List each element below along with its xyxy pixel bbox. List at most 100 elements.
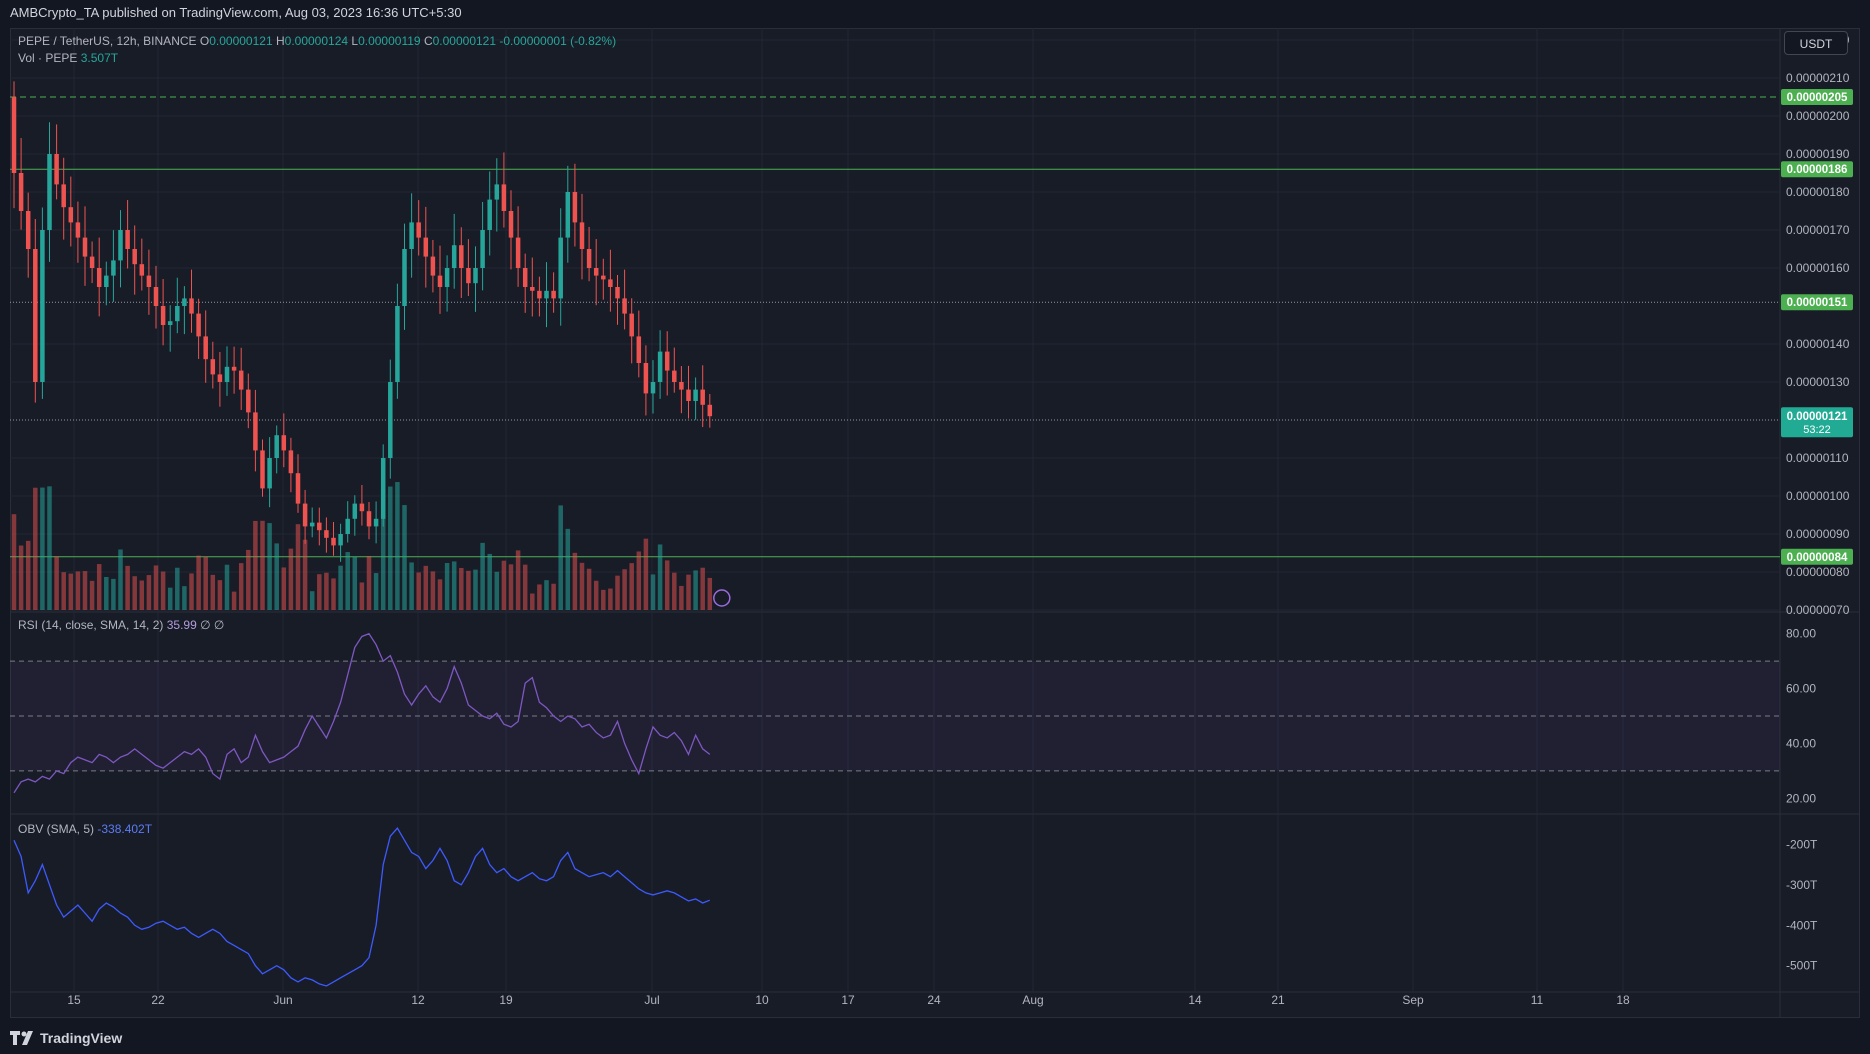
- candle-body: [47, 154, 52, 230]
- symbol-name[interactable]: PEPE / TetherUS, 12h, BINANCE: [18, 34, 197, 48]
- volume-bar: [47, 486, 52, 610]
- candle-body: [267, 458, 272, 489]
- symbol-legend[interactable]: PEPE / TetherUS, 12h, BINANCE O0.0000012…: [18, 34, 616, 48]
- candle-body: [459, 245, 464, 268]
- candle-body: [125, 230, 130, 249]
- candle-body: [579, 222, 585, 249]
- candle-body: [423, 237, 429, 257]
- x-tick-label: 15: [67, 993, 81, 1007]
- volume-bar: [260, 520, 265, 610]
- candle-body: [473, 268, 478, 284]
- candle-body: [153, 287, 159, 306]
- volume-bar: [18, 545, 24, 610]
- volume-value: 3.507T: [80, 51, 119, 65]
- x-tick-label: Sep: [1402, 993, 1424, 1007]
- candle-body: [380, 458, 386, 519]
- candle-body: [61, 184, 66, 208]
- price-tick-label: 0.00000130: [1786, 375, 1850, 389]
- volume-bar: [544, 580, 549, 610]
- currency-button[interactable]: USDT: [1784, 31, 1848, 55]
- volume-bar: [146, 575, 152, 610]
- replay-icon: [713, 589, 731, 607]
- candle-body: [338, 534, 343, 546]
- volume-bar: [182, 586, 187, 610]
- candle-body: [657, 351, 663, 382]
- level-price-label: 0.00000205: [1787, 92, 1848, 104]
- x-tick-label: 24: [927, 993, 941, 1007]
- candle-body: [487, 199, 492, 230]
- price-tick-label: 0.00000180: [1786, 185, 1850, 199]
- candle-body: [295, 473, 301, 504]
- candle-body: [593, 268, 599, 276]
- candle-body: [253, 412, 258, 451]
- candle-body: [601, 275, 606, 280]
- candle-body: [160, 306, 166, 325]
- candle-body: [522, 268, 528, 287]
- volume-bar: [75, 571, 81, 610]
- volume-bar: [636, 551, 642, 610]
- volume-bar: [317, 574, 322, 610]
- candle-body: [515, 237, 521, 268]
- volume-bar: [430, 571, 436, 610]
- volume-bar: [501, 560, 507, 610]
- x-tick-label: 19: [499, 993, 513, 1007]
- volume-bar: [11, 514, 17, 610]
- x-tick-label: 10: [755, 993, 769, 1007]
- candle-body: [558, 237, 563, 299]
- volume-bar: [68, 573, 74, 610]
- volume-bar: [650, 574, 656, 610]
- x-tick-label: Jul: [644, 993, 659, 1007]
- candle-body: [260, 450, 265, 489]
- volume-bar: [664, 560, 670, 610]
- volume-bar: [700, 567, 705, 610]
- volume-bar: [125, 565, 130, 610]
- rsi-value: 35.99: [166, 618, 197, 632]
- candle-body: [508, 211, 514, 238]
- volume-bar: [104, 576, 109, 610]
- volume-bar: [409, 562, 414, 610]
- volume-bar: [508, 564, 514, 610]
- volume-bar: [686, 574, 691, 610]
- brand-name: TradingView: [40, 1030, 123, 1046]
- volume-bar: [359, 582, 365, 610]
- volume-bar: [33, 487, 38, 610]
- candle-body: [700, 389, 705, 405]
- volume-bar: [331, 578, 336, 610]
- volume-bar: [615, 575, 620, 610]
- volume-bar: [551, 583, 556, 610]
- price-tick-label: 0.00000070: [1786, 603, 1850, 617]
- candle-body: [565, 192, 571, 238]
- rsi-legend[interactable]: RSI (14, close, SMA, 14, 2) 35.99 ∅ ∅: [18, 618, 224, 632]
- rsi-label[interactable]: RSI (14, close, SMA, 14, 2): [18, 618, 163, 632]
- candle-body: [224, 366, 230, 382]
- candle-body: [636, 336, 642, 363]
- price-tick-label: 0.00000140: [1786, 337, 1850, 351]
- volume-legend[interactable]: Vol · PEPE 3.507T: [18, 51, 118, 65]
- volume-bar: [61, 572, 66, 610]
- price-tick-label: 0.00000170: [1786, 223, 1850, 237]
- close-value: 0.00000121: [432, 34, 497, 48]
- candle-body: [388, 382, 393, 458]
- candle-body: [167, 321, 173, 325]
- candle-body: [302, 503, 308, 527]
- candle-body: [615, 287, 620, 299]
- candle-body: [345, 518, 350, 534]
- candle-body: [25, 211, 31, 249]
- chart-canvas[interactable]: 15 22 Jun 12 19 Jul 10 17 24 Aug 14 21 Sep 11 18 0.0000…: [0, 0, 1870, 1054]
- volume-bar: [593, 580, 599, 610]
- x-tick-label: 21: [1271, 993, 1285, 1007]
- low-value: 0.00000119: [358, 34, 421, 48]
- volume-bar: [338, 565, 343, 610]
- volume-bar: [175, 567, 180, 610]
- candle-body: [189, 298, 194, 314]
- obv-label[interactable]: OBV (SMA, 5): [18, 822, 94, 836]
- obv-line: [13, 827, 711, 987]
- change-value: -0.00000001 (-0.82%): [499, 34, 617, 48]
- volume-bar: [572, 552, 578, 610]
- volume-label[interactable]: Vol · PEPE: [18, 51, 77, 65]
- obv-legend[interactable]: OBV (SMA, 5) -338.402T: [18, 822, 152, 836]
- volume-bar: [217, 580, 223, 610]
- rsi-tick-label: 20.00: [1786, 791, 1816, 805]
- volume-bar: [267, 523, 272, 610]
- volume-bar: [459, 567, 464, 610]
